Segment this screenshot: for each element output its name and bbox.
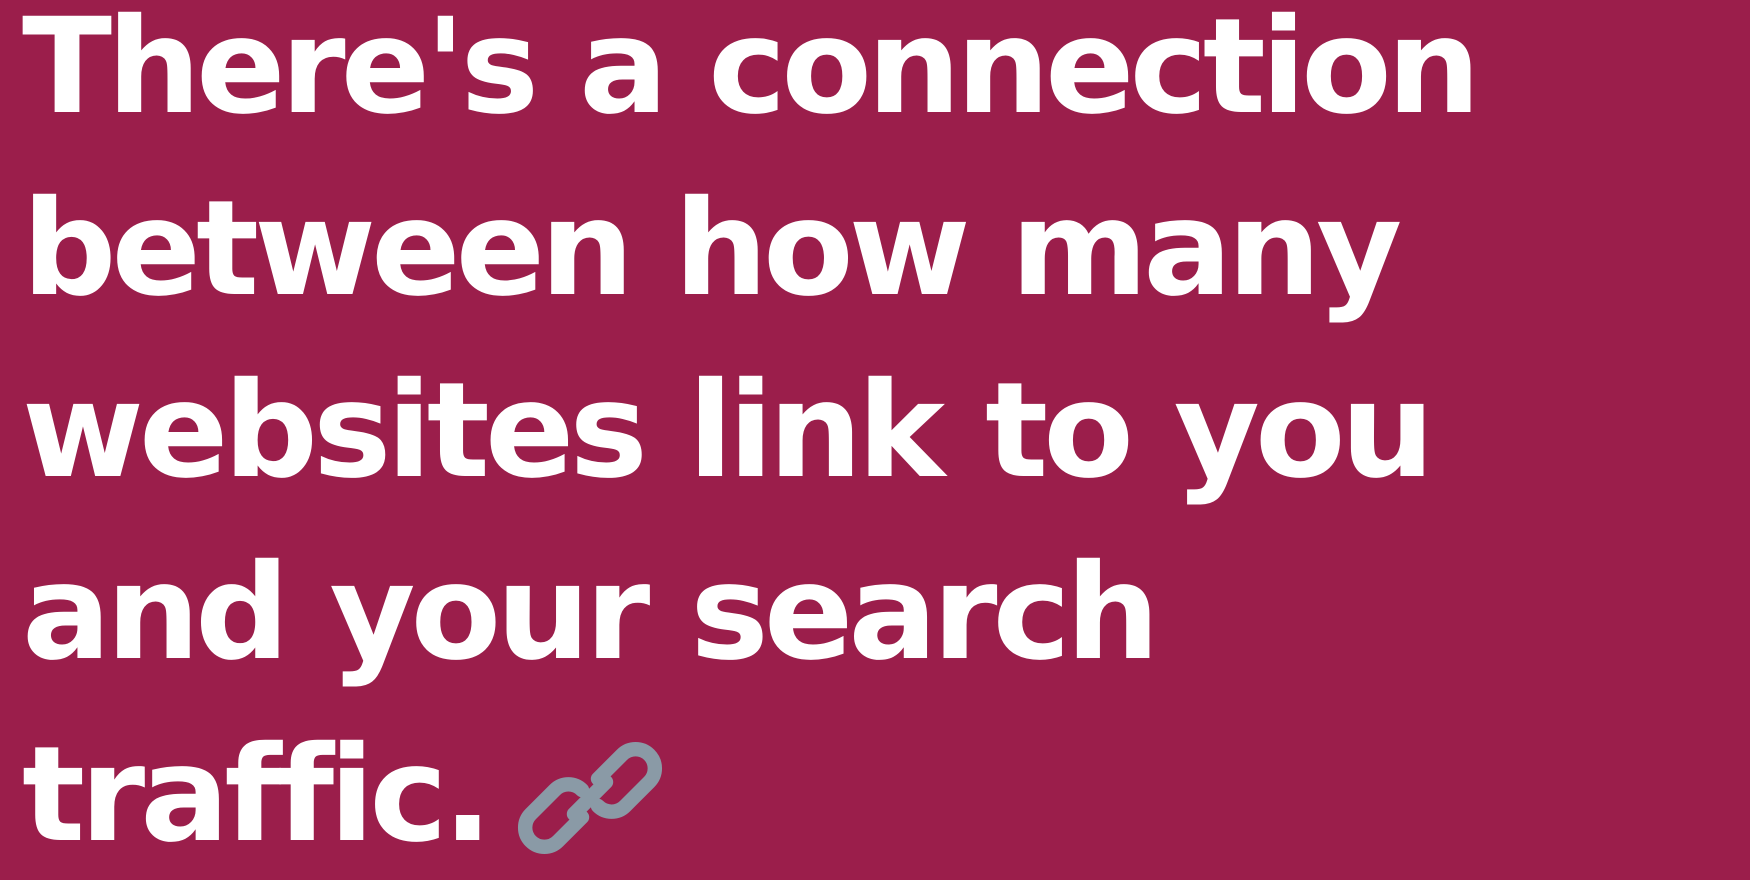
headline: There's a connection between how many we… bbox=[22, 0, 1742, 880]
graphic-canvas: { "headline": { "lines": [ "There's a co… bbox=[0, 0, 1750, 880]
headline-line-5: traffic. bbox=[22, 704, 1742, 880]
headline-line-3: websites link to you bbox=[22, 354, 1435, 508]
headline-line-5-text: traffic. bbox=[22, 718, 493, 872]
headline-line-4: and your search bbox=[22, 536, 1160, 690]
link-icon bbox=[510, 718, 670, 878]
headline-line-1: There's a connection bbox=[22, 0, 1481, 144]
headline-line-2: between how many bbox=[22, 172, 1402, 326]
